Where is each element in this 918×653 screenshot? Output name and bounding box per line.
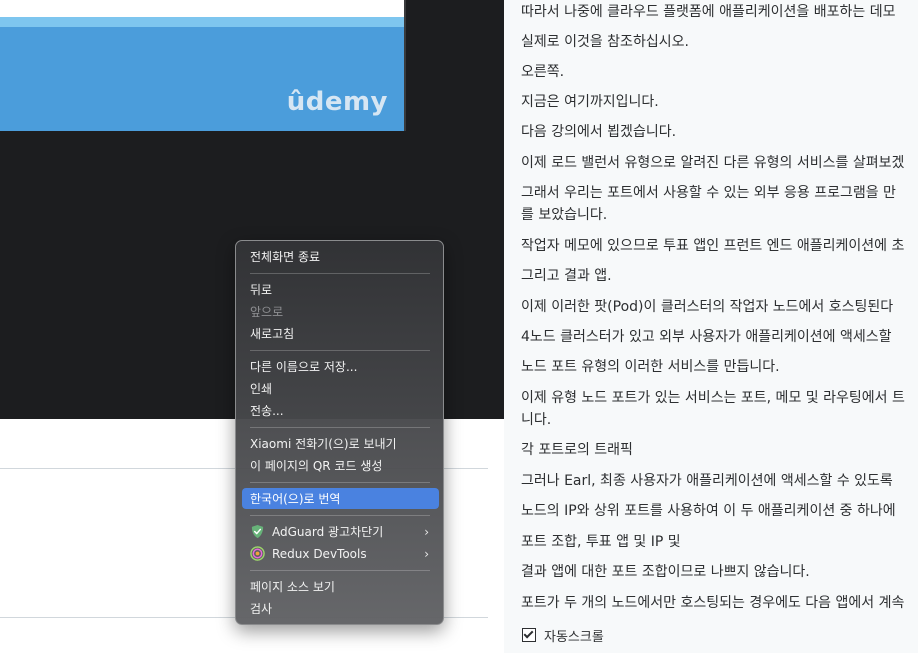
- autoscroll-label[interactable]: 자동스크롤: [544, 626, 604, 645]
- menu-item-print[interactable]: 인쇄: [250, 381, 272, 397]
- menu-item-qr-code[interactable]: 이 페이지의 QR 코드 생성: [250, 458, 382, 474]
- autoscroll-checkbox[interactable]: [522, 628, 536, 642]
- menu-separator: [250, 273, 430, 274]
- slide-band-light: [0, 17, 404, 27]
- menu-item-reload[interactable]: 새로고침: [250, 326, 294, 342]
- transcript-line[interactable]: 각 포트로의 트래픽: [521, 439, 918, 461]
- transcript-line[interactable]: 그래서 우리는 포트에서 사용할 수 있는 외부 응용 프로그램을 만: [521, 182, 918, 204]
- lecture-slide: ûdemy: [0, 0, 406, 131]
- browser-page: ûdemy 따라서 나중에 클라우드 플랫폼에 애플리케이션을 배포하는 데모 …: [0, 0, 918, 653]
- menu-item-forward: 앞으로: [250, 305, 284, 319]
- menu-separator: [250, 350, 430, 351]
- checkmark-icon: [523, 628, 534, 639]
- menu-item-view-source[interactable]: 페이지 소스 보기: [250, 579, 335, 595]
- transcript-line[interactable]: 그러나 Earl, 최종 사용자가 애플리케이션에 액세스할 수 있도록: [521, 470, 918, 492]
- menu-item-translate[interactable]: 한국어(으)로 번역: [250, 491, 340, 507]
- transcript-line[interactable]: 다음 강의에서 뵙겠습니다.: [521, 121, 918, 143]
- udemy-logo: ûdemy: [286, 87, 388, 117]
- context-menu: 전체화면 종료 뒤로 앞으로 새로고침 다른 이름으로 저장... 인쇄 전송.…: [235, 240, 444, 625]
- transcript-panel[interactable]: 따라서 나중에 클라우드 플랫폼에 애플리케이션을 배포하는 데모 실제로 이것…: [504, 0, 918, 617]
- transcript-line[interactable]: 결과 앱에 대한 포트 조합이므로 나쁘지 않습니다.: [521, 561, 918, 583]
- transcript-line[interactable]: 이제 유형 노드 포트가 있는 서비스는 포트, 메모 및 라우팅에서 트: [521, 387, 918, 409]
- menu-item-exit-fullscreen[interactable]: 전체화면 종료: [250, 249, 320, 265]
- adguard-shield-icon: [251, 524, 264, 539]
- menu-item-adguard[interactable]: AdGuard 광고차단기: [272, 524, 383, 540]
- transcript-line[interactable]: 노드 포트 유형의 이러한 서비스를 만듭니다.: [521, 356, 918, 378]
- menu-item-inspect[interactable]: 검사: [250, 601, 272, 617]
- transcript-line[interactable]: 지금은 여기까지입니다.: [521, 91, 918, 113]
- transcript-line[interactable]: 이제 로드 밸런서 유형으로 알려진 다른 유형의 서비스를 살펴보겠: [521, 152, 918, 174]
- transcript-line[interactable]: 포트가 두 개의 노드에서만 호스팅되는 경우에도 다음 앱에서 계속: [521, 592, 918, 614]
- menu-separator: [250, 515, 430, 516]
- menu-item-send-to-device[interactable]: Xiaomi 전화기(으)로 보내기: [250, 436, 397, 452]
- transcript-line[interactable]: 를 보았습니다.: [521, 204, 918, 226]
- transcript-line[interactable]: 실제로 이것을 참조하십시오.: [521, 31, 918, 53]
- transcript-line[interactable]: 작업자 메모에 있으므로 투표 앱인 프런트 엔드 애플리케이션에 초: [521, 235, 918, 257]
- chevron-right-icon: ›: [424, 525, 429, 539]
- menu-separator: [250, 482, 430, 483]
- transcript-line[interactable]: 오른쪽.: [521, 61, 918, 83]
- menu-item-save-as[interactable]: 다른 이름으로 저장...: [250, 359, 357, 375]
- transcript-line[interactable]: 니다.: [521, 409, 918, 431]
- transcript-line[interactable]: 이제 이러한 팟(Pod)이 클러스터의 작업자 노드에서 호스팅된다: [521, 296, 918, 318]
- transcript-line[interactable]: 따라서 나중에 클라우드 플랫폼에 애플리케이션을 배포하는 데모: [521, 1, 918, 23]
- chevron-right-icon: ›: [424, 547, 429, 561]
- menu-item-back[interactable]: 뒤로: [250, 282, 272, 298]
- autoscroll-bar: 자동스크롤: [504, 617, 918, 653]
- menu-item-redux-devtools[interactable]: Redux DevTools: [272, 546, 367, 562]
- transcript-line[interactable]: 4노드 클러스터가 있고 외부 사용자가 애플리케이션에 액세스할: [521, 326, 918, 348]
- menu-separator: [250, 427, 430, 428]
- transcript-line[interactable]: 노드의 IP와 상위 포트를 사용하여 이 두 애플리케이션 중 하나에: [521, 500, 918, 522]
- menu-separator: [250, 570, 430, 571]
- redux-devtools-icon: [250, 546, 265, 561]
- transcript-line[interactable]: 그리고 결과 앱.: [521, 265, 918, 287]
- transcript-line[interactable]: 포트 조합, 투표 앱 및 IP 및: [521, 531, 918, 553]
- menu-item-cast[interactable]: 전송...: [250, 403, 284, 419]
